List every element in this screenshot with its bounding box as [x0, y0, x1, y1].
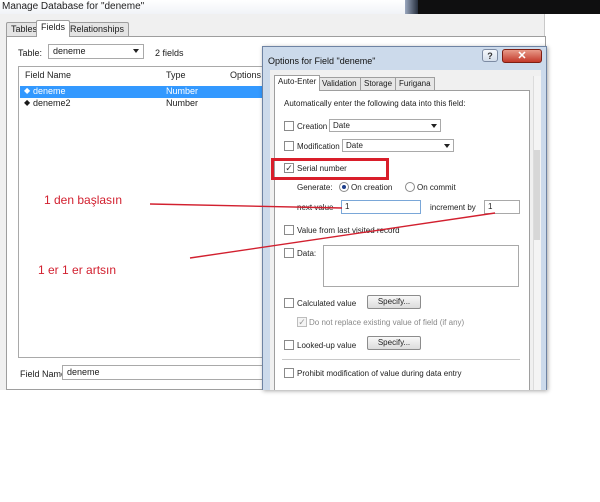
tab-auto-enter[interactable]: Auto-Enter	[274, 75, 321, 91]
annotation-line-next-value	[149, 203, 343, 209]
annotation-start-note: 1 den başlasın	[44, 193, 123, 207]
tab-fields[interactable]: Fields	[36, 20, 71, 37]
annotation-increment-note: 1 er 1 er artsın	[38, 263, 117, 277]
annotation-line-increment	[189, 212, 496, 259]
